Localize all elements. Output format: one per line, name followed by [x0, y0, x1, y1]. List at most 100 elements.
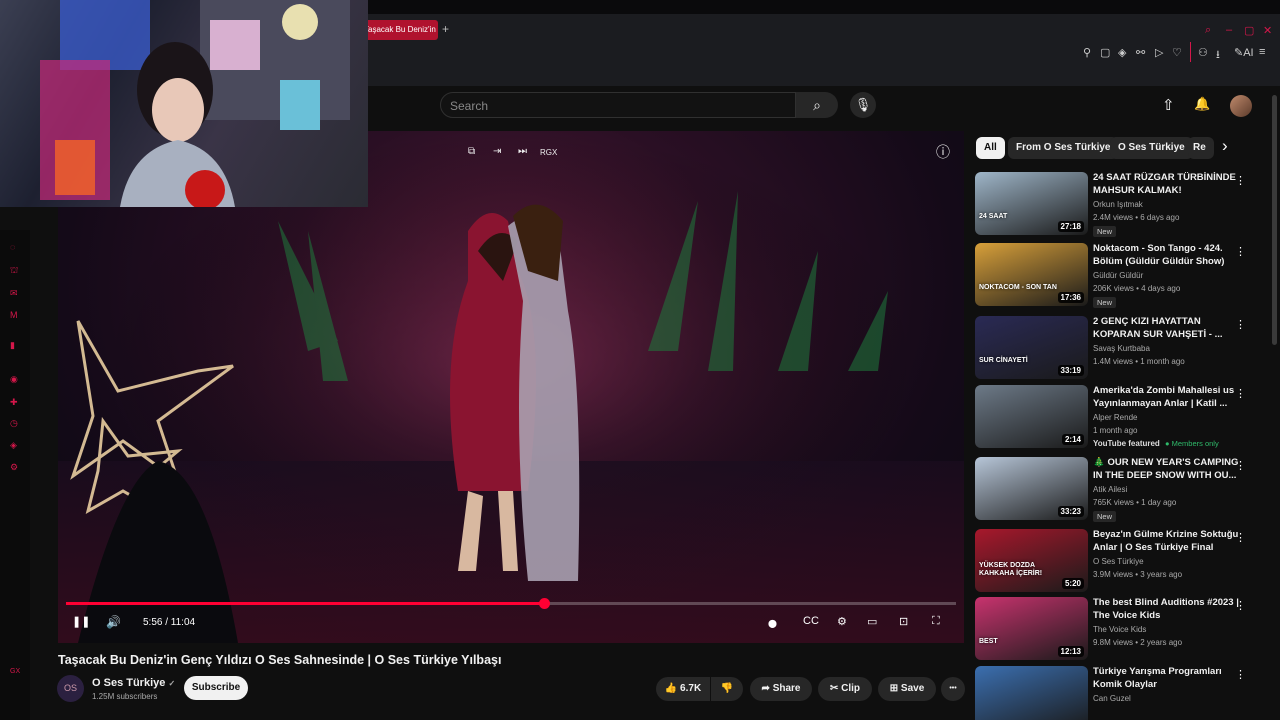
download-icon[interactable]: ⭳	[1216, 46, 1220, 65]
sidebar-twitch-icon[interactable]: ▮	[10, 340, 15, 351]
recommendation-title[interactable]: 🎄 OUR NEW YEAR'S CAMPING IN THE DEEP SNO…	[1093, 457, 1243, 482]
volume-icon[interactable]: 🔊	[106, 615, 121, 629]
recommendation-thumbnail[interactable]: SUR CİNAYETİ 33:19	[975, 316, 1088, 379]
recommendation-item[interactable]: NOKTACOM - SON TAN 17:36 Noktacom - Son Ta…	[975, 243, 1265, 309]
autoplay-toggle-icon[interactable]: ⬤	[768, 619, 777, 628]
menu-icon[interactable]: ≡	[1259, 46, 1265, 58]
recommendation-title[interactable]: The best Blind Auditions #2023 | The Voi…	[1093, 597, 1243, 622]
more-options-icon[interactable]: ⋮	[1235, 599, 1246, 612]
more-options-icon[interactable]: ⋮	[1235, 318, 1246, 331]
miniplayer-icon[interactable]: ⧉	[468, 146, 475, 157]
chevron-right-icon[interactable]: ›	[1222, 136, 1228, 156]
recommendation-item[interactable]: 24 SAAT 27:18 24 SAAT RÜZGAR TÜRBİNİNDE MA…	[975, 172, 1265, 238]
recommendation-item[interactable]: SUR CİNAYETİ 33:19 2 GENÇ KIZI HAYATTAN KO…	[975, 316, 1265, 382]
recommendation-channel[interactable]: The Voice Kids	[1093, 625, 1146, 634]
more-options-icon[interactable]: ⋮	[1235, 387, 1246, 400]
play-icon[interactable]: ▷	[1155, 46, 1163, 59]
subscribe-button[interactable]: Subscribe	[184, 676, 248, 700]
channel-name[interactable]: O Ses Türkiye ✓	[92, 677, 175, 689]
more-options-icon[interactable]: ⋮	[1235, 245, 1246, 258]
channel-avatar[interactable]: OS	[57, 675, 84, 702]
recommendation-item[interactable]: BEST 12:13 The best Blind Auditions #2023 …	[975, 597, 1265, 663]
sidebar-shop-icon[interactable]: ⛫	[10, 265, 18, 277]
cast-icon[interactable]: ⊡	[899, 615, 908, 628]
browser-tab-active[interactable]: Taşacak Bu Deniz'in Genç Yıldızı	[358, 20, 438, 40]
translate-icon[interactable]: ⚯	[1136, 46, 1145, 59]
shield-icon[interactable]: ◈	[1118, 46, 1126, 59]
settings-icon[interactable]: ⚙	[837, 615, 847, 628]
recommendation-thumbnail[interactable]: 2:14	[975, 385, 1088, 448]
pin-icon[interactable]: ⚲	[1083, 46, 1091, 59]
recommendation-item[interactable]: YÜKSEK DOZDA KAHKAHA İÇERİR! 5:20 Beyaz'ın…	[975, 529, 1265, 595]
recommendation-channel[interactable]: Savaş Kurtbaba	[1093, 344, 1150, 353]
minimize-icon[interactable]: –	[1226, 24, 1232, 36]
recommendation-thumbnail[interactable]: 33:23	[975, 457, 1088, 520]
recommendation-title[interactable]: Amerika'da Zombi Mahallesi us Yayınlanma…	[1093, 385, 1243, 410]
upload-icon[interactable]: ⇧	[1162, 96, 1175, 114]
notifications-icon[interactable]: 🔔	[1194, 96, 1210, 112]
save-button[interactable]: ⊞ Save	[878, 677, 936, 701]
sidebar-loop-icon[interactable]: ◌	[10, 242, 15, 252]
search-input[interactable]: Search	[440, 92, 796, 118]
maximize-icon[interactable]: ▢	[1244, 24, 1254, 37]
sidebar-record-icon[interactable]: ◉	[10, 374, 18, 385]
recommendation-channel[interactable]: Can Guzel	[1093, 694, 1131, 703]
recommendation-thumbnail[interactable]: NOKTACOM - SON TAN 17:36	[975, 243, 1088, 306]
close-icon[interactable]: ✕	[1263, 24, 1272, 37]
progress-scrubber[interactable]	[539, 598, 550, 609]
more-options-icon[interactable]: ⋮	[1235, 668, 1246, 681]
skip-icon[interactable]: ⏭	[518, 146, 527, 157]
fullscreen-icon[interactable]: ⛶	[932, 615, 940, 628]
search-button[interactable]: ⌕	[796, 92, 838, 118]
heart-icon[interactable]: ♡	[1172, 46, 1182, 59]
recommendation-title[interactable]: Beyaz'ın Gülme Krizine Soktuğu Anlar | O…	[1093, 529, 1243, 554]
recommendation-title[interactable]: Türkiye Yarışma Programları Komik Olayla…	[1093, 666, 1243, 691]
recommendation-thumbnail[interactable]	[975, 666, 1088, 720]
more-options-icon[interactable]: ⋮	[1235, 459, 1246, 472]
popout-icon[interactable]: ⇥	[493, 146, 501, 157]
rgx-label[interactable]: RGX	[540, 148, 557, 157]
theater-icon[interactable]: ▭	[867, 615, 877, 628]
voice-search-button[interactable]: 🎙	[850, 92, 876, 118]
recommendation-thumbnail[interactable]: BEST 12:13	[975, 597, 1088, 660]
recommendation-thumbnail[interactable]: 24 SAAT 27:18	[975, 172, 1088, 235]
chip-all[interactable]: All	[976, 137, 1005, 159]
scrollbar[interactable]	[1272, 95, 1277, 345]
recommendation-item[interactable]: 33:23 🎄 OUR NEW YEAR'S CAMPING IN THE DEE…	[975, 457, 1265, 523]
info-icon[interactable]: ⓘ	[936, 142, 950, 162]
recommendation-thumbnail[interactable]: YÜKSEK DOZDA KAHKAHA İÇERİR! 5:20	[975, 529, 1088, 592]
recommendation-item[interactable]: 2:14 Amerika'da Zombi Mahallesi us Yayınl…	[975, 385, 1265, 451]
recommendation-channel[interactable]: O Ses Türkiye	[1093, 557, 1144, 566]
user-avatar[interactable]	[1230, 95, 1252, 117]
recommendation-title[interactable]: 2 GENÇ KIZI HAYATTAN KOPARAN SUR VAHŞETİ…	[1093, 316, 1243, 341]
ai-icon[interactable]: ✎AI	[1234, 46, 1254, 59]
chip-related[interactable]: Re	[1188, 137, 1214, 159]
sidebar-settings-icon[interactable]: ⚙	[10, 462, 18, 473]
chip-from-channel[interactable]: From O Ses Türkiye	[1008, 137, 1119, 159]
video-player[interactable]: ⧉ ⇥ ⏭ RGX ⓘ	[58, 131, 964, 643]
recommendation-title[interactable]: 24 SAAT RÜZGAR TÜRBİNİNDE MAHSUR KALMAK!	[1093, 172, 1243, 197]
recommendation-channel[interactable]: Güldür Güldür	[1093, 271, 1143, 280]
profile-icon[interactable]: ⚇	[1198, 46, 1208, 59]
new-tab-button[interactable]: +	[442, 22, 449, 36]
sidebar-m-icon[interactable]: M	[10, 310, 18, 320]
dislike-button[interactable]: 👎	[711, 677, 743, 701]
search-icon[interactable]: ⌕	[1205, 24, 1211, 37]
more-actions-button[interactable]: •••	[941, 677, 965, 701]
sidebar-add-icon[interactable]: ✚	[10, 397, 18, 408]
clip-button[interactable]: ✂ Clip	[818, 677, 872, 701]
chip-channel[interactable]: O Ses Türkiye	[1110, 137, 1193, 159]
pause-icon[interactable]: ❚❚	[72, 615, 90, 628]
share-button[interactable]: ➦ Share	[750, 677, 812, 701]
screenshot-icon[interactable]: ▢	[1100, 46, 1110, 59]
recommendation-channel[interactable]: Orkun Işıtmak	[1093, 200, 1143, 209]
more-options-icon[interactable]: ⋮	[1235, 174, 1246, 187]
recommendation-channel[interactable]: Atik Ailesi	[1093, 485, 1127, 494]
sidebar-puzzle-icon[interactable]: ◈	[10, 440, 17, 451]
sidebar-mail-icon[interactable]: ✉	[10, 288, 18, 299]
like-button[interactable]: 👍 6.7K	[656, 677, 710, 701]
captions-icon[interactable]: CC	[803, 615, 819, 627]
recommendation-channel[interactable]: Alper Rende	[1093, 413, 1137, 422]
recommendation-item[interactable]: Türkiye Yarışma Programları Komik Olayla…	[975, 666, 1265, 720]
more-options-icon[interactable]: ⋮	[1235, 531, 1246, 544]
